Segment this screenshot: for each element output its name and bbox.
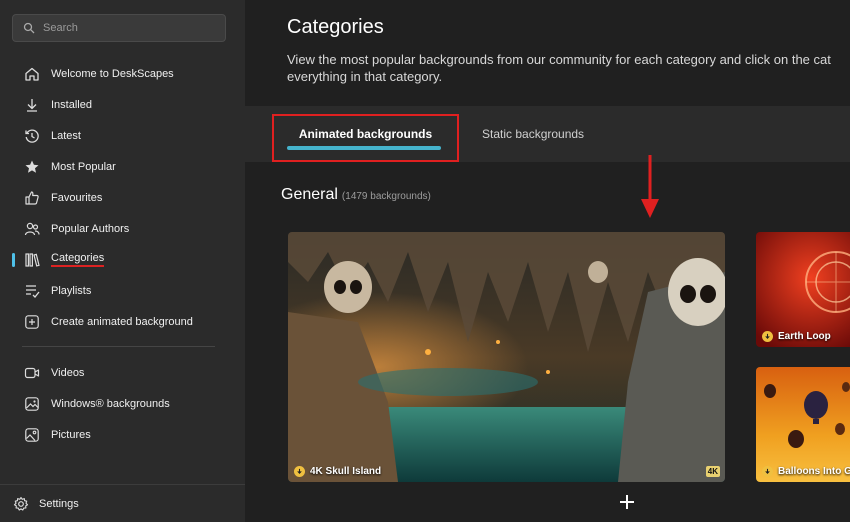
sidebar-item-most-popular[interactable]: Most Popular xyxy=(0,151,245,182)
add-icon[interactable] xyxy=(617,492,637,512)
tab-static-backgrounds[interactable]: Static backgrounds xyxy=(482,106,584,162)
highlight-box xyxy=(272,114,459,162)
sidebar-item-popular-authors[interactable]: Popular Authors xyxy=(0,213,245,244)
card-title: Balloons Into G xyxy=(762,466,850,477)
image-icon xyxy=(23,395,41,413)
page-title: Categories xyxy=(287,16,384,38)
sidebar-item-label: Categories xyxy=(51,252,105,267)
settings-button[interactable]: Settings xyxy=(0,484,245,522)
card-title-text: Balloons Into G xyxy=(778,466,850,477)
4k-badge: 4K xyxy=(705,466,720,477)
page-description-line: everything in that category. xyxy=(287,69,443,84)
sidebar-item-label: Windows® backgrounds xyxy=(51,397,170,410)
add-square-icon xyxy=(23,313,41,331)
background-card[interactable]: 4K Skull Island 4K xyxy=(288,232,725,482)
sidebar-item-latest[interactable]: Latest xyxy=(0,120,245,151)
page-description-line: View the most popular backgrounds from o… xyxy=(287,52,831,67)
settings-label: Settings xyxy=(39,497,79,510)
card-title: Earth Loop xyxy=(762,331,831,342)
sidebar: Welcome to DeskScapes Installed Latest M… xyxy=(0,0,245,522)
page-description: View the most popular backgrounds from o… xyxy=(287,51,850,85)
card-title-text: 4K Skull Island xyxy=(310,466,382,477)
sidebar-item-label: Installed xyxy=(51,98,92,111)
section-header: General (1479 backgrounds) xyxy=(281,186,431,204)
thumbnail-image xyxy=(756,232,850,347)
thumbs-up-icon xyxy=(23,189,41,207)
section-count: (1479 backgrounds) xyxy=(341,191,431,202)
card-title-text: Earth Loop xyxy=(778,331,831,342)
home-icon xyxy=(23,65,41,83)
star-icon xyxy=(23,158,41,176)
app-window: Welcome to DeskScapes Installed Latest M… xyxy=(0,0,850,522)
sidebar-item-playlists[interactable]: Playlists xyxy=(0,275,245,306)
background-card[interactable]: Earth Loop xyxy=(756,232,850,347)
gear-icon xyxy=(12,495,30,513)
sidebar-item-label: Create animated background xyxy=(51,315,193,328)
background-card[interactable]: Balloons Into G xyxy=(756,367,850,482)
video-icon xyxy=(23,364,41,382)
sidebar-item-label: Pictures xyxy=(51,428,91,441)
sidebar-item-label: Favourites xyxy=(51,191,103,204)
picture-icon xyxy=(23,426,41,444)
download-icon xyxy=(294,466,305,477)
sidebar-item-label: Videos xyxy=(51,366,85,379)
thumbnail-image xyxy=(288,232,725,482)
tab-animated-backgrounds[interactable]: Animated backgrounds xyxy=(272,106,459,162)
thumbnail-image xyxy=(756,367,850,482)
sidebar-item-label: Welcome to DeskScapes xyxy=(51,67,174,80)
tab-label: Static backgrounds xyxy=(482,127,585,141)
sidebar-item-create-background[interactable]: Create animated background xyxy=(0,306,245,337)
download-icon xyxy=(23,96,41,114)
red-arrow-annotation xyxy=(641,155,659,218)
sidebar-item-label: Latest xyxy=(51,129,81,142)
section-title: General xyxy=(281,186,338,203)
sidebar-item-categories[interactable]: Categories xyxy=(0,244,245,275)
sidebar-item-favourites[interactable]: Favourites xyxy=(0,182,245,213)
main-content: Categories View the most popular backgro… xyxy=(245,0,850,522)
sidebar-nav: Welcome to DeskScapes Installed Latest M… xyxy=(0,58,245,450)
library-icon xyxy=(23,251,41,269)
sidebar-item-windows-backgrounds[interactable]: Windows® backgrounds xyxy=(0,388,245,419)
download-icon xyxy=(762,331,773,342)
search-box[interactable] xyxy=(12,14,226,42)
search-icon xyxy=(23,22,35,34)
sidebar-item-label: Playlists xyxy=(51,284,92,297)
playlist-icon xyxy=(23,282,41,300)
sidebar-item-pictures[interactable]: Pictures xyxy=(0,419,245,450)
download-icon xyxy=(762,466,773,477)
history-icon xyxy=(23,127,41,145)
tab-bar: Animated backgrounds Static backgrounds xyxy=(245,106,850,162)
sidebar-item-welcome[interactable]: Welcome to DeskScapes xyxy=(0,58,245,89)
card-title: 4K Skull Island xyxy=(294,466,381,477)
sidebar-item-label: Most Popular xyxy=(51,160,116,173)
sidebar-divider xyxy=(22,346,215,347)
sidebar-item-installed[interactable]: Installed xyxy=(0,89,245,120)
sidebar-item-label: Popular Authors xyxy=(51,222,130,235)
sidebar-item-videos[interactable]: Videos xyxy=(0,357,245,388)
search-input[interactable] xyxy=(43,22,223,34)
people-icon xyxy=(23,220,41,238)
